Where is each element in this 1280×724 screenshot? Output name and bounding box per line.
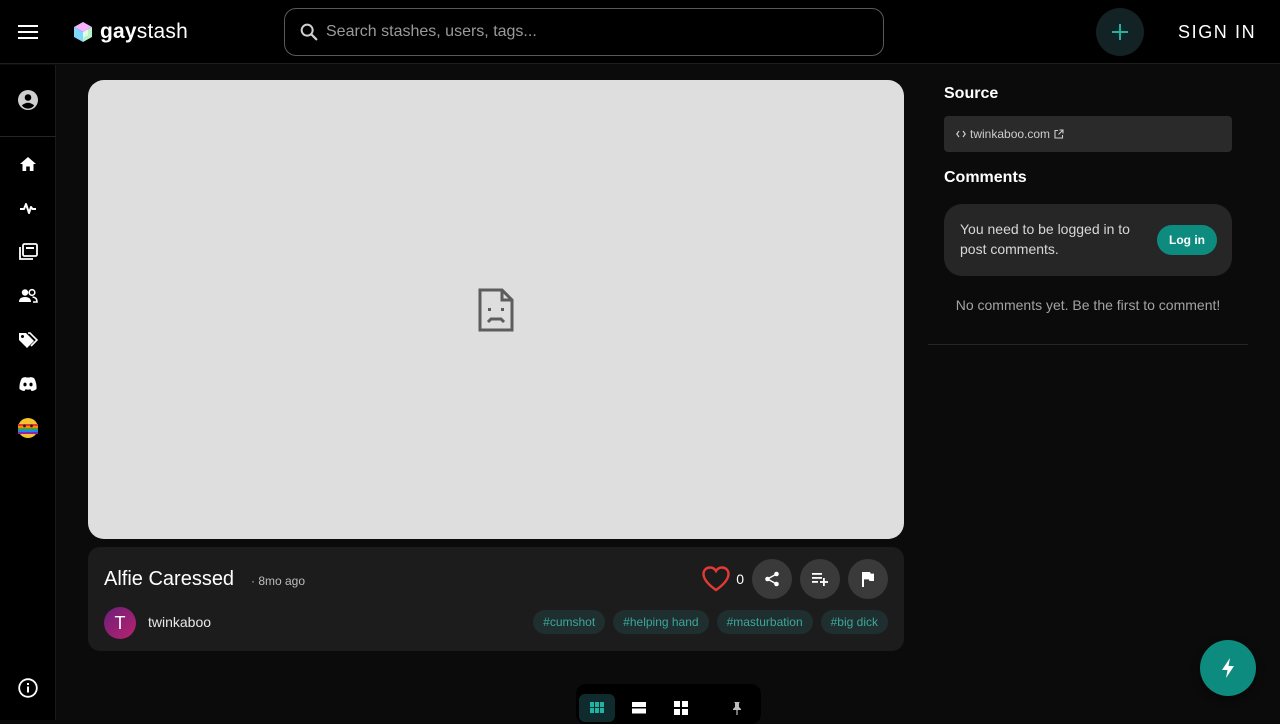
pride-emoji-icon[interactable] bbox=[16, 416, 40, 440]
grid-small-icon bbox=[590, 702, 604, 713]
code-icon bbox=[956, 130, 966, 138]
tag-chip[interactable]: #big dick bbox=[820, 610, 888, 634]
view-grid-large-button[interactable] bbox=[663, 694, 699, 722]
source-domain: twinkaboo.com bbox=[970, 127, 1051, 141]
log-in-button[interactable]: Log in bbox=[1157, 225, 1217, 255]
grid-large-icon bbox=[674, 701, 688, 715]
view-mode-bar bbox=[576, 684, 761, 724]
plus-icon bbox=[1112, 24, 1128, 40]
like-button[interactable] bbox=[700, 563, 732, 595]
login-prompt-text: You need to be logged in to post comment… bbox=[960, 221, 1130, 257]
search-icon bbox=[300, 23, 318, 41]
logo-text: gaystash bbox=[100, 20, 188, 43]
tag-chip[interactable]: #helping hand bbox=[613, 610, 709, 634]
home-icon[interactable] bbox=[16, 152, 40, 176]
heart-icon bbox=[702, 566, 730, 592]
broken-image-icon bbox=[478, 288, 514, 331]
source-heading: Source bbox=[944, 85, 999, 102]
activity-icon[interactable] bbox=[16, 196, 40, 220]
sign-in-button[interactable]: SIGN IN bbox=[1166, 18, 1268, 46]
tag-list: #cumshot #helping hand #masturbation #bi… bbox=[533, 610, 888, 634]
view-list-button[interactable] bbox=[621, 694, 657, 722]
share-icon bbox=[765, 571, 779, 587]
logo[interactable]: gaystash bbox=[72, 18, 188, 46]
login-prompt-box: You need to be logged in to post comment… bbox=[944, 204, 1232, 276]
tag-chip[interactable]: #masturbation bbox=[716, 610, 813, 634]
post-actions: 0 bbox=[700, 559, 888, 599]
logo-cube-icon bbox=[74, 22, 92, 42]
discord-icon[interactable] bbox=[16, 372, 40, 396]
external-link-icon bbox=[1054, 129, 1064, 139]
sidebar-divider bbox=[0, 136, 56, 137]
search-input[interactable] bbox=[320, 23, 883, 41]
tag-chip[interactable]: #cumshot bbox=[533, 610, 606, 634]
view-grid-small-button[interactable] bbox=[579, 694, 615, 722]
sidebar bbox=[0, 65, 56, 720]
media-player[interactable] bbox=[88, 80, 904, 539]
pin-button[interactable] bbox=[719, 694, 755, 722]
source-link[interactable]: twinkaboo.com bbox=[944, 116, 1232, 152]
report-button[interactable] bbox=[848, 559, 888, 599]
add-stash-button[interactable] bbox=[1096, 8, 1144, 56]
post-info-card: Alfie Caressed · 8mo ago 0 T twinkaboo #… bbox=[88, 547, 904, 651]
lightning-icon bbox=[1222, 658, 1234, 678]
search-bar[interactable] bbox=[284, 8, 884, 56]
author-avatar[interactable]: T bbox=[104, 607, 136, 639]
post-age: · 8mo ago bbox=[251, 574, 306, 588]
no-comments-text: No comments yet. Be the first to comment… bbox=[955, 297, 1221, 313]
playlist-add-icon bbox=[812, 573, 828, 586]
users-icon[interactable] bbox=[16, 284, 40, 308]
author-username[interactable]: twinkaboo bbox=[148, 614, 211, 630]
top-bar: gaystash SIGN IN bbox=[0, 0, 1280, 64]
panel-divider bbox=[928, 344, 1248, 345]
list-view-icon bbox=[632, 702, 646, 714]
add-to-playlist-button[interactable] bbox=[800, 559, 840, 599]
account-icon[interactable] bbox=[16, 88, 40, 112]
like-count: 0 bbox=[736, 571, 744, 587]
comments-heading: Comments bbox=[944, 169, 1027, 186]
share-button[interactable] bbox=[752, 559, 792, 599]
quick-action-button[interactable] bbox=[1200, 640, 1256, 696]
tags-icon[interactable] bbox=[16, 328, 40, 352]
pin-icon bbox=[733, 702, 741, 715]
stashes-icon[interactable] bbox=[16, 240, 40, 264]
menu-icon[interactable] bbox=[16, 20, 40, 44]
post-title: Alfie Caressed bbox=[104, 568, 235, 590]
flag-icon bbox=[862, 572, 874, 587]
info-icon[interactable] bbox=[16, 676, 40, 700]
